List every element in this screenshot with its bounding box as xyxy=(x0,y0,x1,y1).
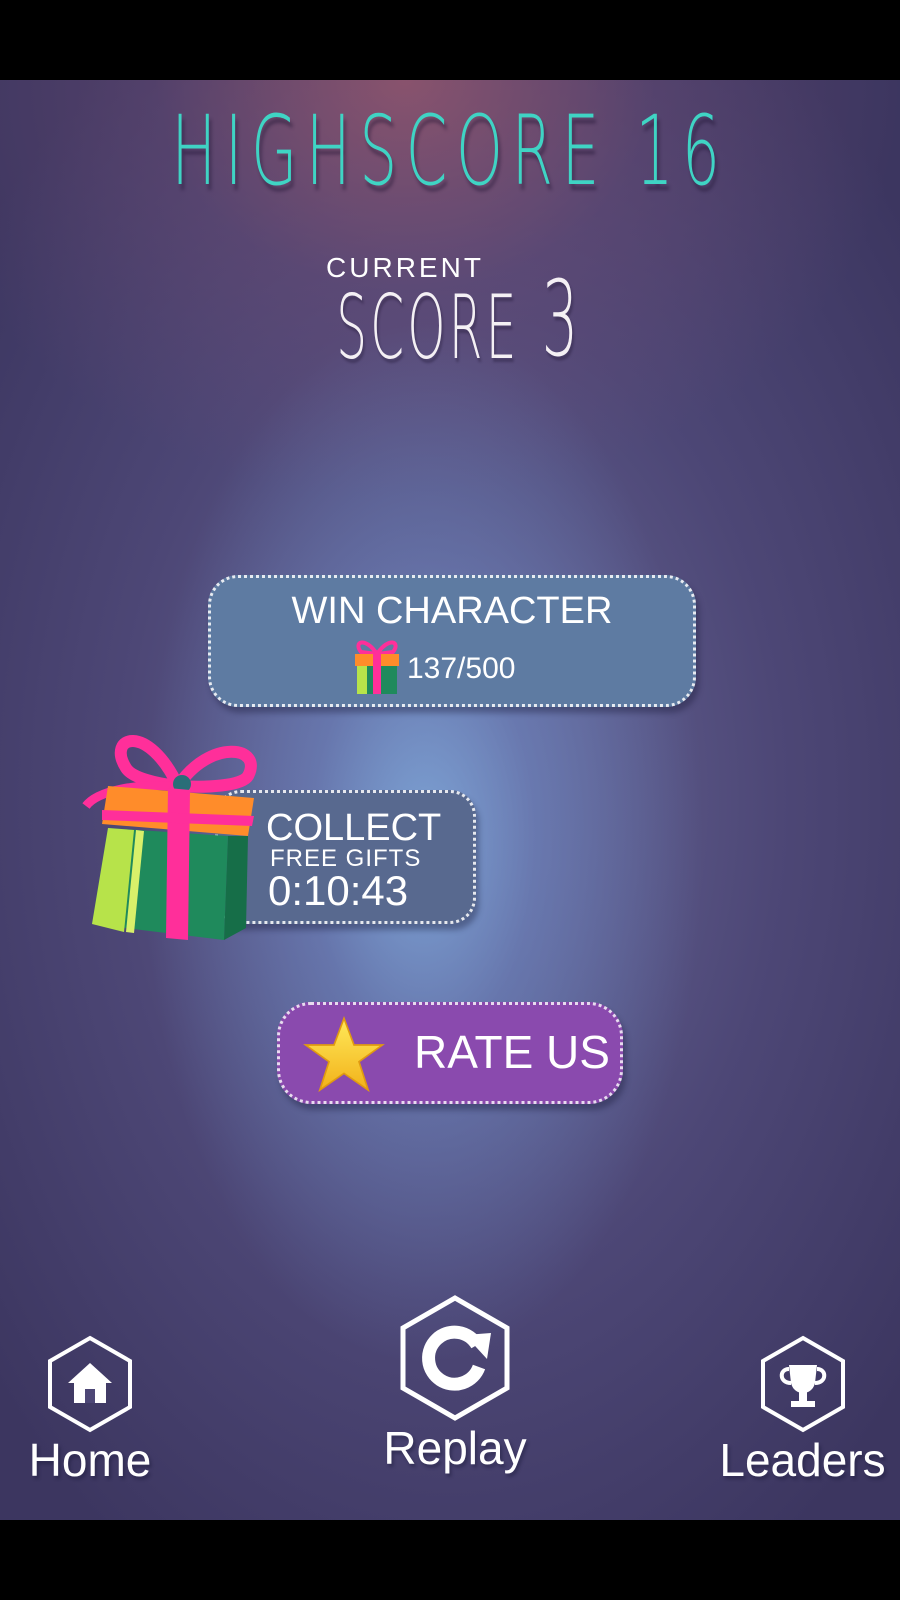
win-character-progress: 137/500 xyxy=(407,652,516,685)
trophy-icon xyxy=(760,1335,845,1433)
home-icon xyxy=(48,1335,132,1433)
star-icon xyxy=(303,1015,385,1093)
win-character-title: WIN CHARACTER xyxy=(291,590,613,632)
highscore-label: HIGHSCORE xyxy=(171,95,608,207)
gift-icon xyxy=(355,640,399,694)
gift-box-icon[interactable] xyxy=(78,728,268,940)
home-label: Home xyxy=(28,1434,152,1486)
leaders-label: Leaders xyxy=(719,1434,886,1486)
game-over-screen: HIGHSCORE 16 CURRENT SCORE 3 WIN CHARACT… xyxy=(0,80,900,1520)
score-label: SCORE xyxy=(336,276,520,379)
replay-label: Replay xyxy=(383,1422,527,1474)
win-character-button[interactable]: WIN CHARACTER 137/500 xyxy=(208,575,696,707)
collect-title: COLLECT xyxy=(266,807,442,849)
replay-icon xyxy=(400,1295,510,1421)
home-button[interactable]: Home xyxy=(20,1335,160,1487)
leaders-button[interactable]: Leaders xyxy=(715,1335,890,1487)
rate-us-label: RATE US xyxy=(414,1026,610,1078)
highscore-value: 16 xyxy=(635,95,729,207)
replay-button[interactable]: Replay xyxy=(365,1295,545,1475)
highscore-display: HIGHSCORE 16 xyxy=(171,95,729,207)
current-score-value: 3 xyxy=(541,258,579,380)
bottom-black-bar xyxy=(0,1520,900,1600)
rate-us-button[interactable]: RATE US xyxy=(277,1002,623,1104)
collect-timer: 0:10:43 xyxy=(268,867,409,914)
top-black-bar xyxy=(0,0,900,80)
